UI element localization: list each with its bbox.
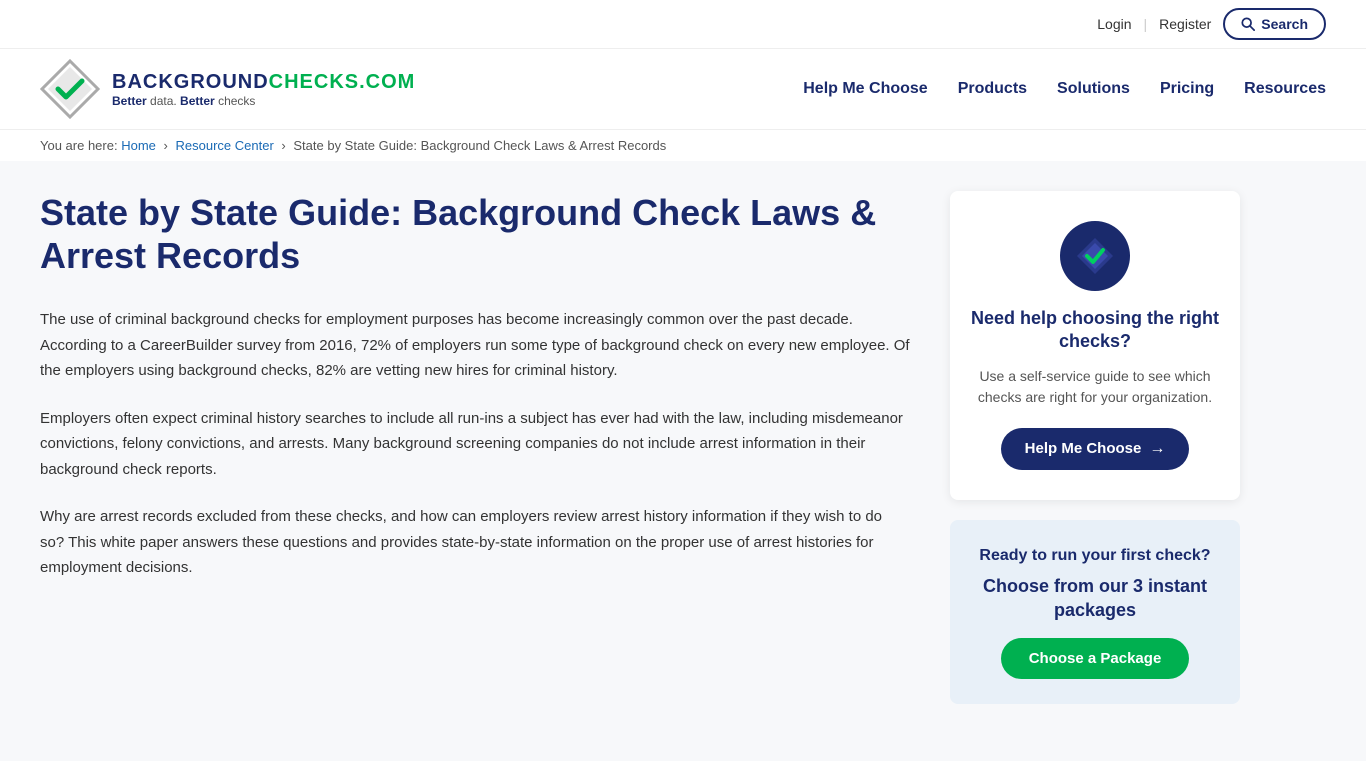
logo-tagline-better2: Better: [180, 94, 215, 108]
breadcrumb-home[interactable]: Home: [121, 138, 156, 153]
logo-icon: [40, 59, 100, 119]
breadcrumb: You are here: Home › Resource Center › S…: [0, 130, 1366, 161]
choose-package-button[interactable]: Choose a Package: [1001, 638, 1190, 679]
sidebar: Need help choosing the right checks? Use…: [950, 191, 1240, 731]
help-me-choose-button[interactable]: Help Me Choose →: [1001, 428, 1190, 470]
choose-btn-label: Choose a Package: [1029, 650, 1162, 667]
nav-pricing[interactable]: Pricing: [1160, 80, 1214, 98]
sidebar-card-title: Need help choosing the right checks?: [970, 307, 1220, 354]
nav-help-me-choose[interactable]: Help Me Choose: [803, 80, 927, 98]
sidebar-logo-icon: [1075, 236, 1115, 276]
article-para-1: The use of criminal background checks fo…: [40, 307, 910, 384]
sidebar-card-icon: [1060, 221, 1130, 291]
main-header: BACKGROUNDCHECKS.COM Better data. Better…: [0, 49, 1366, 130]
breadcrumb-sep1: ›: [164, 138, 168, 153]
sidebar-card-help: Need help choosing the right checks? Use…: [950, 191, 1240, 500]
search-button[interactable]: Search: [1223, 8, 1326, 40]
top-bar: Login | Register Search: [0, 0, 1366, 49]
article-para-2: Employers often expect criminal history …: [40, 406, 910, 483]
nav-resources[interactable]: Resources: [1244, 80, 1326, 98]
sidebar-card-desc: Use a self-service guide to see which ch…: [970, 366, 1220, 408]
main-content: State by State Guide: Background Check L…: [40, 191, 910, 731]
search-label: Search: [1261, 16, 1308, 32]
sidebar-card2-subtitle: Choose from our 3 instant packages: [970, 575, 1220, 622]
content-area: State by State Guide: Background Check L…: [0, 161, 1366, 761]
logo-tagline-better1: Better: [112, 94, 147, 108]
nav-solutions[interactable]: Solutions: [1057, 80, 1130, 98]
search-icon: [1241, 17, 1255, 31]
login-link[interactable]: Login: [1097, 16, 1131, 32]
breadcrumb-you-are-here: You are here:: [40, 138, 118, 153]
divider: |: [1144, 16, 1148, 32]
breadcrumb-current: State by State Guide: Background Check L…: [293, 138, 666, 153]
article-para-3: Why are arrest records excluded from the…: [40, 504, 910, 581]
page-title: State by State Guide: Background Check L…: [40, 191, 910, 277]
logo-tagline: Better data. Better checks: [112, 94, 415, 108]
help-me-btn-label: Help Me Choose: [1025, 440, 1142, 457]
register-link[interactable]: Register: [1159, 16, 1211, 32]
nav-products[interactable]: Products: [958, 80, 1027, 98]
breadcrumb-resource-center[interactable]: Resource Center: [176, 138, 274, 153]
arrow-right-icon: →: [1149, 440, 1165, 458]
logo-bg-text: BACKGROUND: [112, 71, 269, 93]
logo-text: BACKGROUNDCHECKS.COM Better data. Better…: [112, 71, 415, 108]
sidebar-card2-title: Ready to run your first check?: [970, 545, 1220, 567]
article-body: The use of criminal background checks fo…: [40, 307, 910, 581]
logo-area: BACKGROUNDCHECKS.COM Better data. Better…: [40, 59, 415, 119]
logo-checks-text: CHECKS.COM: [269, 71, 416, 93]
breadcrumb-sep2: ›: [281, 138, 285, 153]
main-nav: Help Me Choose Products Solutions Pricin…: [803, 80, 1326, 98]
sidebar-card-packages: Ready to run your first check? Choose fr…: [950, 520, 1240, 704]
logo-main-text: BACKGROUNDCHECKS.COM: [112, 71, 415, 94]
